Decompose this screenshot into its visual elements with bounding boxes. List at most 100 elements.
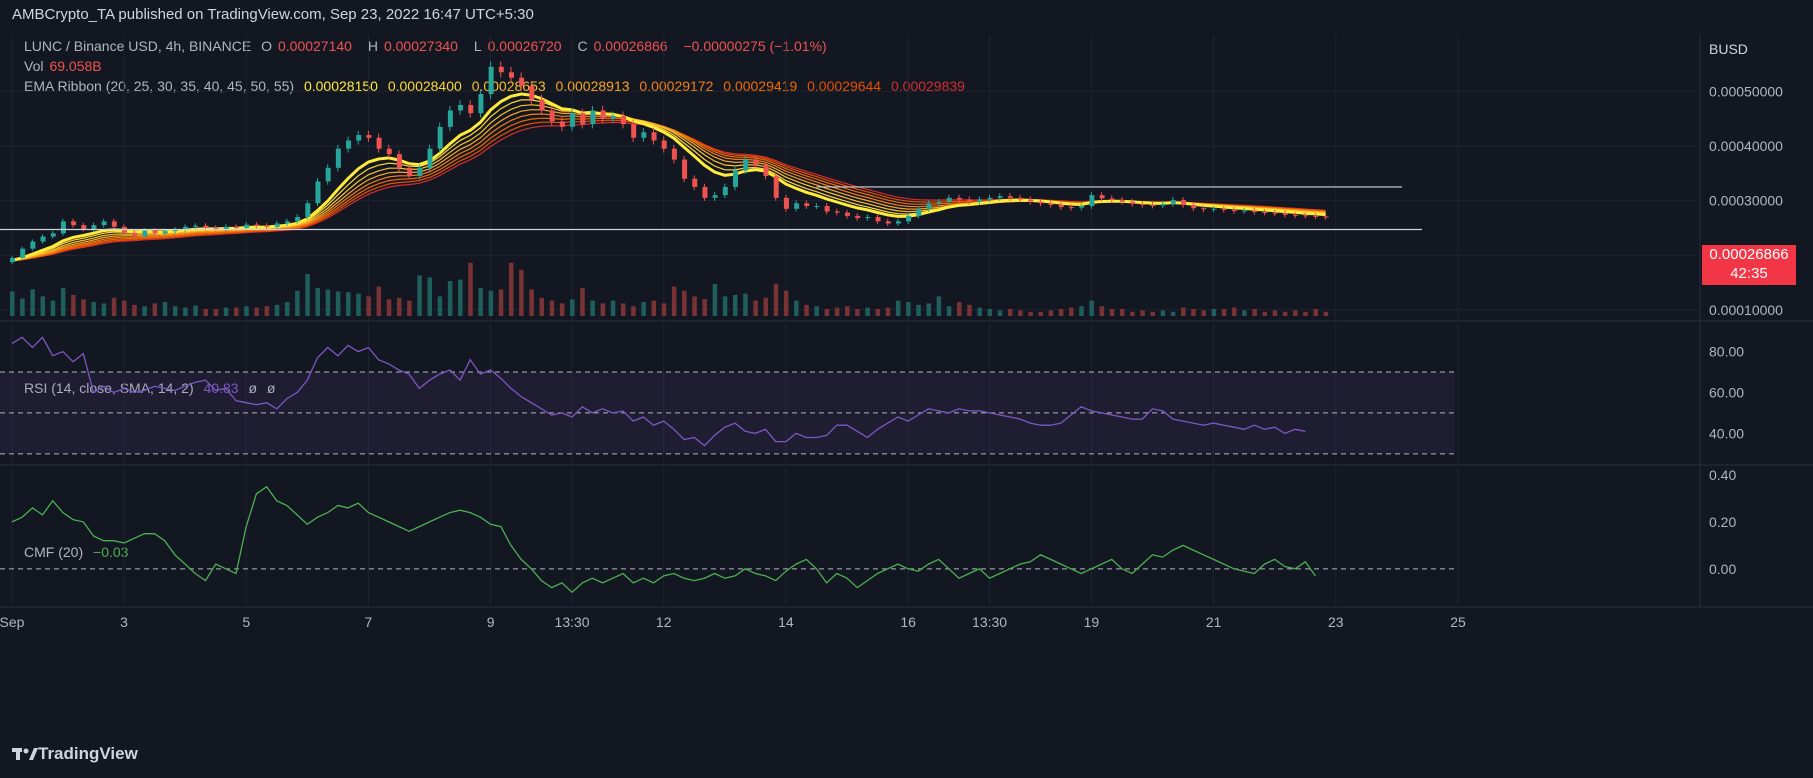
volume-bar — [733, 295, 738, 316]
candle-body — [814, 206, 820, 208]
volume-bar — [692, 296, 697, 316]
volume-bar — [885, 307, 891, 316]
volume-bar — [824, 309, 830, 316]
candle-body — [356, 135, 362, 141]
candle-body — [91, 225, 97, 229]
candle-body — [1089, 195, 1095, 207]
candle-body — [111, 221, 117, 227]
volume-bar — [1262, 311, 1268, 316]
candle-body — [722, 186, 728, 196]
volume-bar — [743, 293, 748, 316]
candle-body — [997, 196, 1003, 198]
volume-bar — [702, 299, 707, 316]
tradingview-icon — [12, 748, 38, 760]
candle-body — [30, 241, 36, 249]
chart-canvas[interactable]: 0.000100000.000200000.000300000.00040000… — [0, 0, 1813, 778]
candle-body — [508, 72, 514, 78]
ema-ribbon-line — [11, 119, 1326, 262]
candle-body — [193, 225, 199, 227]
volume-bar — [814, 306, 819, 316]
volume-bar — [193, 305, 198, 316]
candle-body — [865, 216, 871, 219]
chart-page: { "header": {"published": "AMBCrypto_TA … — [0, 0, 1813, 778]
candle-body — [40, 236, 46, 242]
volume-bar — [356, 293, 361, 316]
last-price-value: 0.00026866 — [1709, 246, 1789, 263]
candle-body — [1160, 203, 1166, 206]
candle-body — [1028, 199, 1034, 202]
candle-body — [753, 159, 759, 166]
candle-body — [60, 221, 66, 234]
candle-body — [71, 221, 77, 226]
candle-body — [763, 165, 769, 176]
volume-bar — [1252, 309, 1257, 316]
candle-body — [967, 199, 973, 202]
volume-bar — [437, 296, 443, 316]
volume-bar — [559, 303, 565, 316]
candle-body — [437, 126, 443, 149]
volume-bar — [794, 300, 799, 316]
volume-bar — [20, 298, 25, 316]
candle-body — [468, 105, 474, 114]
volume-bar — [40, 296, 46, 316]
candle-body — [987, 197, 993, 200]
volume-bar — [478, 288, 483, 316]
volume-bar — [1323, 311, 1329, 316]
candle-body — [213, 227, 219, 229]
volume-bar — [1231, 307, 1237, 316]
volume-bar — [132, 304, 137, 316]
candle-body — [926, 203, 932, 209]
candle-body — [81, 225, 87, 229]
time-tick-label: 7 — [365, 614, 373, 630]
candle-body — [1150, 204, 1156, 206]
volume-bar — [1140, 310, 1145, 316]
volume-bar — [580, 288, 585, 316]
volume-bar — [488, 290, 494, 316]
tradingview-logo[interactable]: TradingView — [12, 744, 138, 764]
candle-body — [702, 186, 708, 198]
volume-bar — [315, 288, 320, 316]
candle-body — [1303, 215, 1309, 217]
candle-body — [274, 223, 280, 227]
candle-body — [427, 148, 433, 168]
candle-body — [1191, 204, 1197, 209]
volume-bar — [977, 307, 982, 316]
candle-body — [1293, 214, 1299, 216]
volume-bar — [763, 297, 769, 316]
candle-body — [946, 197, 952, 202]
candle-body — [447, 110, 453, 127]
candle-body — [366, 135, 372, 138]
bar-countdown: 42:35 — [1730, 265, 1768, 282]
volume-bar — [570, 299, 575, 316]
candle-body — [203, 225, 209, 228]
candle-body — [834, 211, 840, 213]
candle-body — [254, 224, 260, 226]
candle-body — [234, 226, 240, 228]
candle-body — [1069, 207, 1075, 209]
volume-bar — [600, 303, 606, 316]
candle-body — [1140, 203, 1146, 205]
candle-body — [610, 115, 616, 119]
candle-body — [1170, 200, 1176, 204]
candle-body — [325, 167, 331, 182]
volume-bar — [1018, 310, 1023, 316]
volume-bar — [183, 307, 188, 316]
price-tick-label: 0.00040000 — [1709, 138, 1783, 154]
volume-bar — [539, 297, 545, 316]
volume-bar — [936, 296, 942, 316]
volume-bar — [366, 296, 371, 316]
volume-bar — [926, 303, 931, 316]
volume-bar — [1303, 311, 1308, 316]
volume-bar — [1119, 309, 1125, 316]
volume-bar — [753, 300, 758, 316]
time-tick-label: 5 — [242, 614, 250, 630]
volume-bar — [417, 275, 422, 316]
candle-body — [1272, 212, 1278, 214]
volume-bar — [845, 306, 850, 316]
candle-body — [20, 248, 26, 258]
volume-bar — [529, 289, 534, 316]
volume-bar — [1211, 309, 1217, 316]
candle-body — [570, 113, 576, 127]
candle-body — [478, 94, 484, 114]
candle-body — [458, 105, 464, 111]
